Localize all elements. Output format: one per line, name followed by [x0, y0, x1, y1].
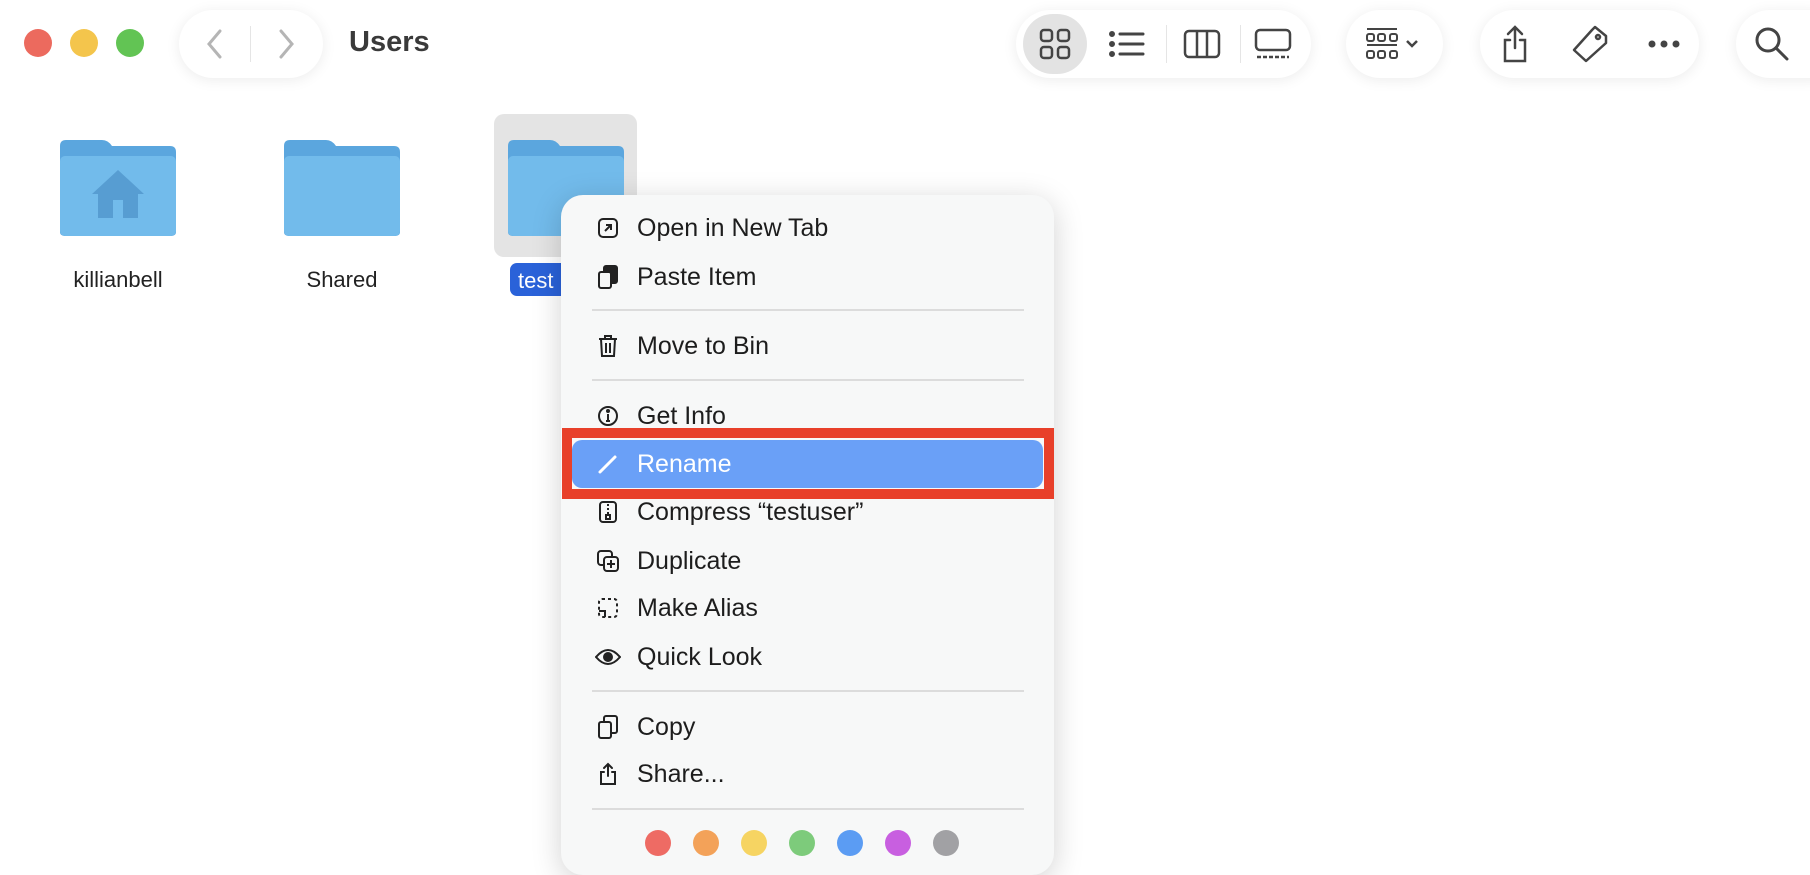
search-icon[interactable] [1748, 20, 1796, 68]
share-icon[interactable] [1491, 20, 1539, 68]
menu-item-quick-look[interactable]: Quick Look [561, 634, 1054, 680]
share-icon [595, 761, 621, 787]
context-menu: Open in New Tab Paste Item Move to Bin G… [561, 195, 1054, 875]
menu-item-label: Duplicate [637, 546, 742, 575]
group-icon[interactable] [1360, 20, 1430, 68]
menu-item-paste-item[interactable]: Paste Item [561, 254, 1054, 300]
open-new-tab-icon [595, 215, 621, 241]
nav-divider [250, 26, 251, 62]
menu-item-label: Move to Bin [637, 331, 770, 360]
window-title: Users [349, 26, 430, 58]
menu-item-duplicate[interactable]: Duplicate [561, 538, 1054, 584]
menu-item-label: Make Alias [637, 593, 758, 622]
menu-item-label: Get Info [637, 401, 726, 430]
view-divider [1240, 25, 1241, 63]
eye-icon [595, 644, 621, 670]
alias-icon [595, 595, 621, 621]
trash-icon [595, 333, 621, 359]
zip-icon [595, 499, 621, 525]
tag-green[interactable] [789, 830, 815, 856]
back-icon[interactable] [191, 20, 239, 68]
view-divider [1166, 25, 1167, 63]
menu-item-make-alias[interactable]: Make Alias [561, 585, 1054, 631]
duplicate-icon [595, 548, 621, 574]
info-icon [595, 403, 621, 429]
paste-icon [595, 264, 621, 290]
minimize-button[interactable] [70, 29, 98, 57]
home-folder-icon[interactable] [58, 138, 178, 238]
menu-separator [592, 808, 1024, 810]
menu-item-copy[interactable]: Copy [561, 704, 1054, 750]
gallery-view-icon[interactable] [1249, 20, 1297, 68]
file-name-label[interactable]: killianbell [28, 267, 208, 293]
menu-separator [592, 690, 1024, 692]
annotation-highlight-box [562, 428, 1054, 499]
copy-icon [595, 714, 621, 740]
tag-gray[interactable] [933, 830, 959, 856]
menu-separator [592, 379, 1024, 381]
tag-icon[interactable] [1566, 20, 1614, 68]
tag-purple[interactable] [885, 830, 911, 856]
column-view-icon[interactable] [1178, 20, 1226, 68]
menu-item-label: Quick Look [637, 642, 763, 671]
menu-item-open-in-new-tab[interactable]: Open in New Tab [561, 205, 1054, 251]
close-button[interactable] [24, 29, 52, 57]
menu-item-label: Paste Item [637, 262, 757, 291]
file-name-label[interactable]: Shared [252, 267, 432, 293]
tag-red[interactable] [645, 830, 671, 856]
tag-orange[interactable] [693, 830, 719, 856]
forward-icon[interactable] [262, 20, 310, 68]
tag-yellow[interactable] [741, 830, 767, 856]
menu-item-share[interactable]: Share... [561, 751, 1054, 797]
file-name-label: test [518, 268, 554, 293]
menu-item-label: Share... [637, 759, 725, 788]
folder-icon[interactable] [282, 138, 402, 238]
menu-item-label: Copy [637, 712, 696, 741]
more-icon[interactable] [1640, 20, 1688, 68]
tag-blue[interactable] [837, 830, 863, 856]
menu-item-label: Compress “testuser” [637, 497, 864, 526]
icon-view-icon[interactable] [1031, 20, 1079, 68]
zoom-button[interactable] [116, 29, 144, 57]
menu-item-move-to-bin[interactable]: Move to Bin [561, 323, 1054, 369]
list-view-icon[interactable] [1103, 20, 1151, 68]
menu-separator [592, 309, 1024, 311]
menu-item-label: Open in New Tab [637, 213, 829, 242]
